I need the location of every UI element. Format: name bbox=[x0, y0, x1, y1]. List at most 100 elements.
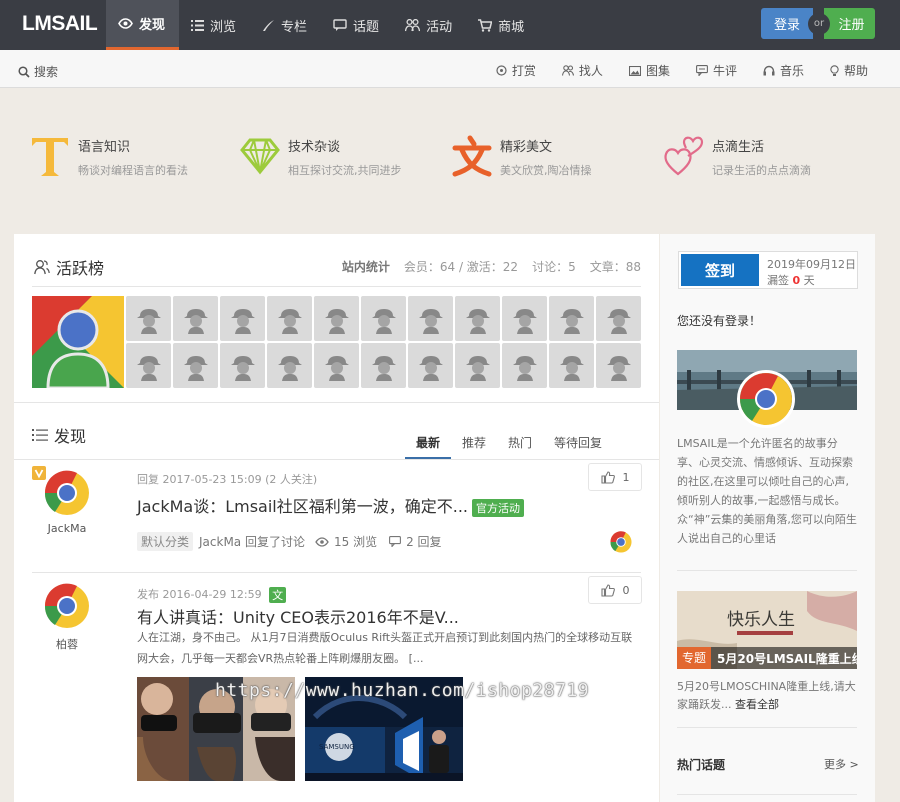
member-avatar[interactable] bbox=[126, 296, 171, 341]
divider bbox=[14, 402, 659, 403]
more-link[interactable]: 更多 > bbox=[824, 756, 859, 772]
check-in-date: 2019年09月12日 bbox=[767, 258, 856, 271]
nav-activity[interactable]: 活动 bbox=[393, 0, 466, 50]
post-meta-text: 发布 2016-04-29 12:59 bbox=[137, 588, 262, 601]
subnav-label: 音乐 bbox=[779, 64, 804, 78]
profile-avatar[interactable] bbox=[737, 370, 795, 428]
member-avatar[interactable] bbox=[502, 296, 547, 341]
member-avatar[interactable] bbox=[173, 343, 218, 388]
subnav-music[interactable]: 音乐 bbox=[763, 62, 804, 79]
list-icon bbox=[191, 19, 205, 31]
missed-label: 漏签 bbox=[767, 274, 789, 287]
post-author[interactable]: 柏蓉 bbox=[34, 636, 100, 652]
subnav-find-people[interactable]: 找人 bbox=[561, 62, 603, 79]
user-avatar[interactable] bbox=[44, 470, 90, 516]
top-navbar: LMSAIL 发现 浏览 专栏 话题 活动 商城 登录 or 注册 bbox=[0, 0, 900, 50]
category-desc: 畅谈对编程语言的看法 bbox=[78, 164, 188, 177]
search-trigger[interactable]: 搜索 bbox=[18, 63, 58, 80]
sign-in-box: 签到 2019年09月12日 漏签 0 天 bbox=[678, 251, 858, 289]
site-intro: LMSAIL是一个允许匿名的故事分享、心灵交流、情感倾诉、互动探索的社区,在这里… bbox=[677, 437, 857, 545]
stats-members: 会员：64 / 激活：22 bbox=[403, 260, 519, 274]
tab-awaiting-reply[interactable]: 等待回复 bbox=[543, 432, 613, 459]
post-title[interactable]: 有人讲真话：Unity CEO表示2016年不是V... bbox=[137, 604, 459, 628]
featured-member-avatar[interactable] bbox=[32, 296, 124, 388]
login-button[interactable]: 登录 bbox=[761, 8, 813, 39]
member-avatar[interactable] bbox=[220, 296, 265, 341]
default-avatar-icon bbox=[230, 355, 255, 381]
search-label: 搜索 bbox=[34, 65, 59, 79]
nav-label: 专栏 bbox=[281, 19, 308, 35]
view-all-link[interactable]: 查看全部 bbox=[735, 698, 779, 711]
member-avatar[interactable] bbox=[361, 296, 406, 341]
default-avatar-icon bbox=[277, 355, 302, 381]
post-title[interactable]: JackMa谈：Lmsail社区福利第一波，确定不... 官方活动 bbox=[137, 493, 524, 517]
subnav-label: 图集 bbox=[645, 64, 670, 78]
missed-count: 0 bbox=[792, 274, 801, 287]
member-avatar[interactable] bbox=[549, 296, 594, 341]
member-avatar[interactable] bbox=[173, 296, 218, 341]
thumbnail-logo-text: SAMSUNG bbox=[319, 743, 355, 751]
member-avatar[interactable] bbox=[267, 343, 312, 388]
member-avatar[interactable] bbox=[596, 296, 641, 341]
user-avatar[interactable] bbox=[44, 583, 90, 629]
member-avatar[interactable] bbox=[267, 296, 312, 341]
default-avatar-icon bbox=[136, 355, 161, 381]
section-title-text: 发现 bbox=[54, 427, 87, 446]
like-button[interactable]: 0 bbox=[588, 576, 642, 604]
promo-banner[interactable]: 快乐人生 专题 5月20号LMSAIL隆重上线 bbox=[677, 591, 857, 669]
default-avatar-icon bbox=[230, 308, 255, 334]
register-button[interactable]: 注册 bbox=[824, 8, 875, 39]
post-category[interactable]: 默认分类 bbox=[137, 532, 194, 551]
subnav-reviews[interactable]: 牛评 bbox=[696, 62, 737, 79]
search-icon bbox=[18, 65, 30, 78]
member-avatar[interactable] bbox=[220, 343, 265, 388]
nav-shop[interactable]: 商城 bbox=[466, 0, 538, 50]
user-icon bbox=[34, 260, 50, 275]
promo-text: 5月20号LMOSCHINA隆重上线,请大家踊跃发... 查看全部 bbox=[677, 678, 857, 714]
nav-label: 发现 bbox=[139, 18, 166, 33]
replier-avatar[interactable] bbox=[610, 531, 632, 553]
divider bbox=[677, 794, 857, 795]
nav-discover[interactable]: 发现 bbox=[106, 0, 180, 50]
subnav-reward[interactable]: 打赏 bbox=[496, 62, 536, 79]
tab-recommended[interactable]: 推荐 bbox=[451, 432, 497, 459]
site-logo[interactable]: LMSAIL bbox=[22, 12, 98, 36]
member-avatar[interactable] bbox=[314, 296, 359, 341]
post-author[interactable]: JackMa bbox=[34, 522, 100, 535]
member-avatar[interactable] bbox=[314, 343, 359, 388]
member-avatar[interactable] bbox=[126, 343, 171, 388]
member-avatar[interactable] bbox=[549, 343, 594, 388]
tab-latest[interactable]: 最新 bbox=[405, 432, 452, 459]
promo-title: 5月20号LMSAIL隆重上线 bbox=[717, 651, 857, 666]
subnav-gallery[interactable]: 图集 bbox=[628, 62, 670, 79]
member-avatar[interactable] bbox=[408, 296, 453, 341]
member-avatar[interactable] bbox=[596, 343, 641, 388]
member-avatar[interactable] bbox=[361, 343, 406, 388]
member-avatar[interactable] bbox=[455, 343, 500, 388]
member-avatar[interactable] bbox=[455, 296, 500, 341]
official-activity-tag[interactable]: 官方活动 bbox=[472, 498, 524, 517]
like-count: 0 bbox=[622, 583, 630, 597]
promo-calligraphy: 快乐人生 bbox=[727, 610, 795, 630]
find-people-icon bbox=[561, 65, 574, 76]
watermark-text: https://www.huzhan.com/ishop28719 bbox=[215, 680, 590, 701]
article-type-tag: 文 bbox=[269, 587, 287, 603]
active-board-title: 活跃榜 bbox=[34, 255, 104, 279]
nav-browse[interactable]: 浏览 bbox=[179, 0, 250, 50]
thumbs-up-icon bbox=[600, 583, 615, 597]
post-meta: 回复 2017-05-23 15:09 (2 人关注) bbox=[137, 473, 318, 486]
stats-articles: 文章：88 bbox=[589, 260, 641, 274]
post-replies: 2 回复 bbox=[406, 535, 442, 549]
like-button[interactable]: 1 bbox=[588, 463, 642, 491]
nav-column[interactable]: 专栏 bbox=[250, 0, 321, 50]
check-in-button[interactable]: 签到 bbox=[681, 254, 759, 286]
subnav-help[interactable]: 帮助 bbox=[830, 62, 868, 79]
nav-topic[interactable]: 话题 bbox=[321, 0, 393, 50]
default-avatar-icon bbox=[606, 308, 631, 334]
default-avatar-icon bbox=[371, 355, 396, 381]
default-avatar-icon bbox=[371, 308, 396, 334]
member-avatar[interactable] bbox=[502, 343, 547, 388]
tab-hot[interactable]: 热门 bbox=[497, 432, 543, 459]
member-avatar[interactable] bbox=[408, 343, 453, 388]
category-title: 技术杂谈 bbox=[288, 140, 341, 155]
